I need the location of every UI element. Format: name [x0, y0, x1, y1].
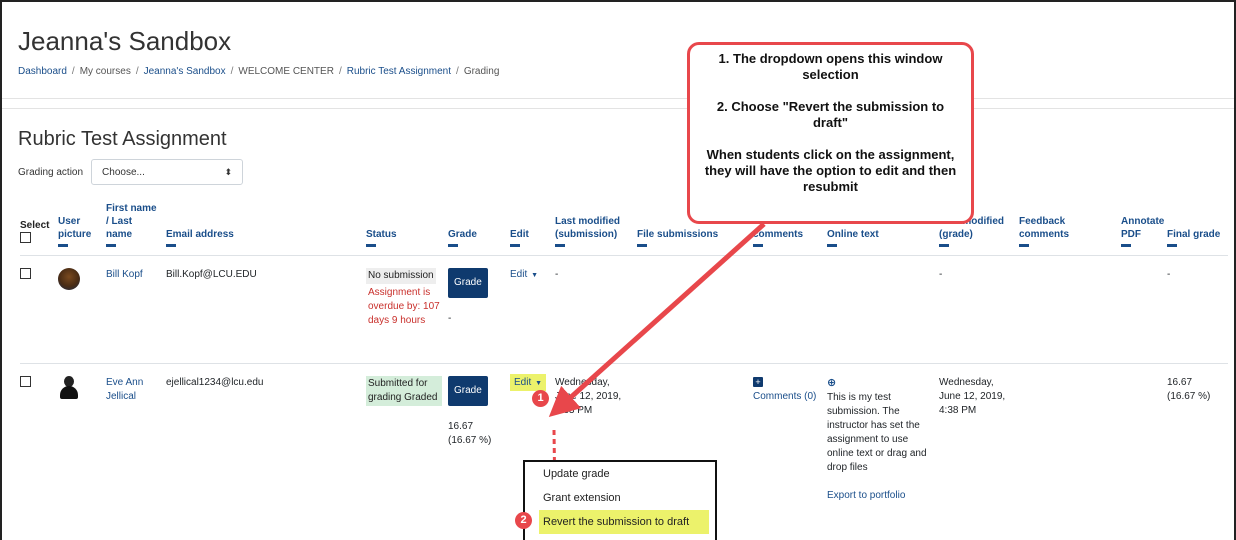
callout-step-1: 1. The dropdown opens this window select…	[718, 51, 943, 82]
edit-dropdown-menu: Update grade Grant extension Revert the …	[523, 460, 717, 540]
menu-item-revert-to-draft[interactable]: Revert the submission to draft	[539, 510, 709, 534]
step-marker-2: 2	[515, 512, 532, 529]
callout-arrow	[548, 222, 766, 418]
screenshot-frame: Jeanna's Sandbox Dashboard / My courses / Je…	[0, 0, 1236, 540]
menu-item-grant-extension[interactable]: Grant extension	[525, 486, 715, 510]
callout-step-2: 2. Choose "Revert the submission to draf…	[716, 99, 945, 130]
menu-item-update-grade[interactable]: Update grade	[525, 462, 715, 486]
annotation-callout: 1. The dropdown opens this window select…	[687, 42, 974, 224]
callout-note: When students click on the assignment, t…	[704, 147, 957, 194]
step-marker-1: 1	[532, 390, 549, 407]
